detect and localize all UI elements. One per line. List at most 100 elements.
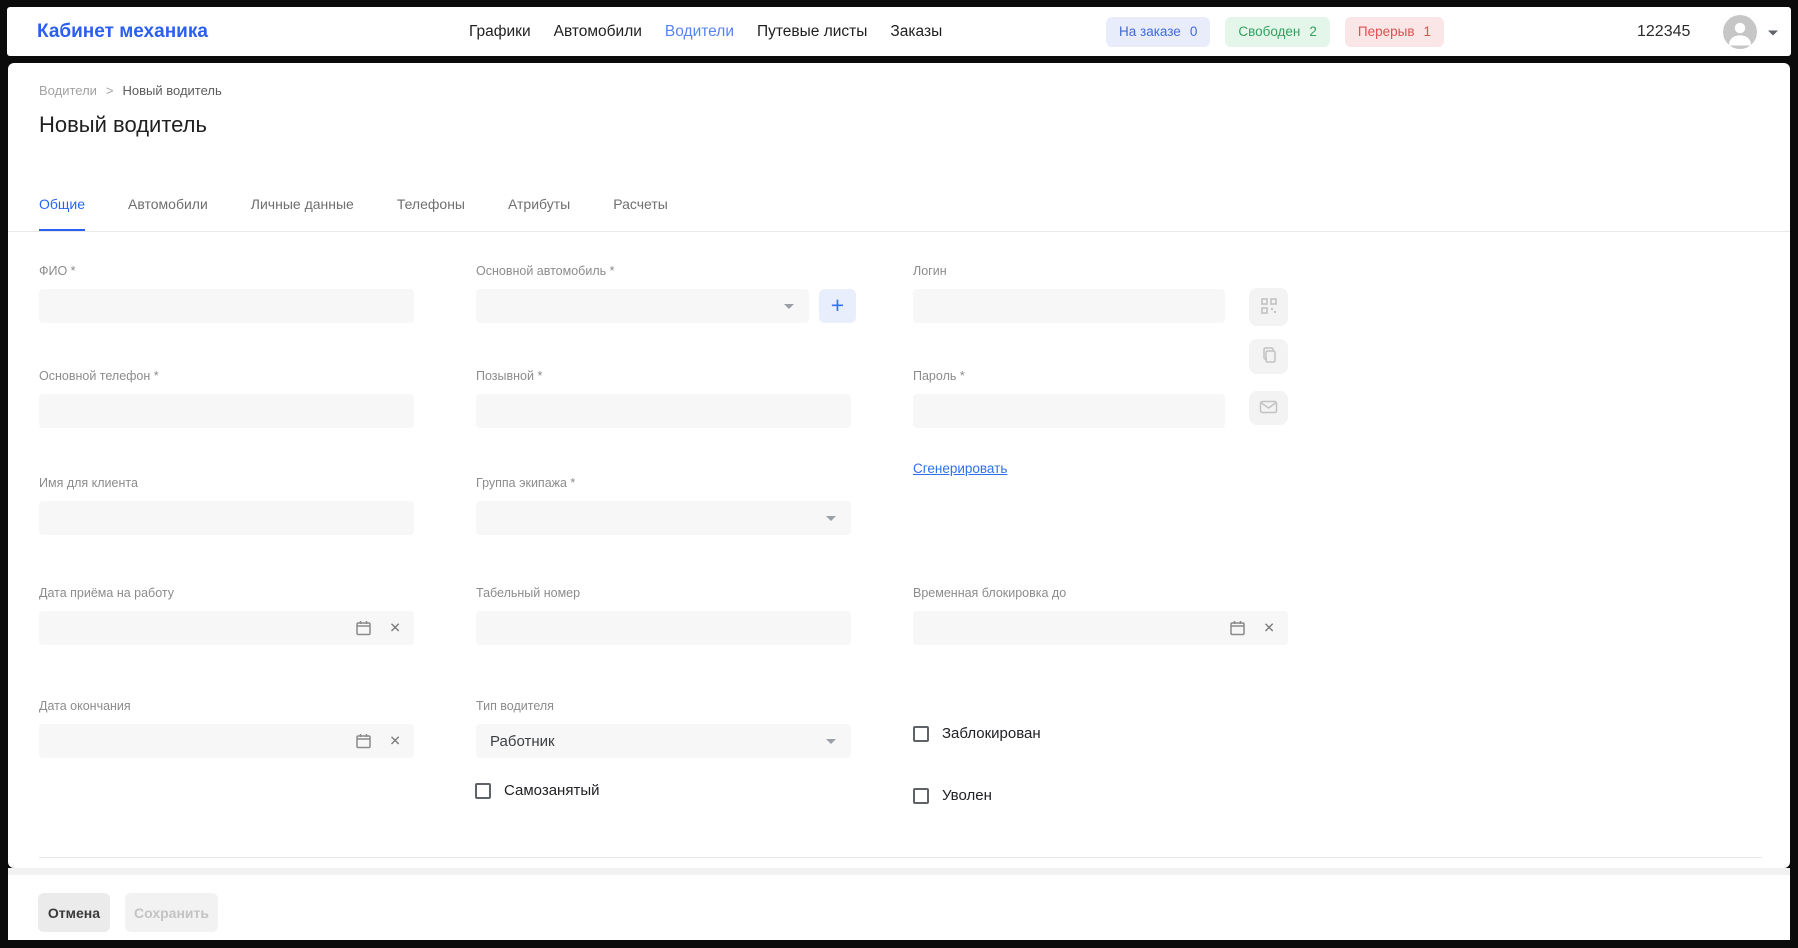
tabs-divider — [8, 231, 1790, 232]
client-name-input[interactable] — [39, 501, 414, 535]
main-phone-input[interactable] — [39, 394, 414, 428]
hire-date-label: Дата приёма на работу — [39, 586, 414, 600]
breadcrumb-separator: > — [106, 83, 114, 98]
qr-code-icon — [1260, 297, 1278, 318]
send-mail-button[interactable] — [1249, 391, 1288, 425]
field-password: Пароль * — [913, 369, 1225, 428]
cancel-button[interactable]: Отмена — [38, 893, 110, 932]
chevron-down-icon[interactable] — [1768, 30, 1778, 35]
client-name-label: Имя для клиента — [39, 476, 414, 490]
field-temp-block: Временная блокировка до ✕ — [913, 586, 1288, 645]
field-login: Логин — [913, 264, 1225, 323]
nav-item-graphics[interactable]: Графики — [469, 23, 531, 41]
bottom-divider — [39, 857, 1762, 858]
add-car-button[interactable]: + — [819, 289, 856, 323]
app-header: Кабинет механика Графики Автомобили Води… — [7, 7, 1791, 56]
nav-item-orders[interactable]: Заказы — [890, 23, 942, 41]
main-car-label: Основной автомобиль * — [476, 264, 856, 278]
app-title: Кабинет механика — [37, 21, 208, 43]
status-badges: На заказе 0 Свободен 2 Перерыв 1 — [1106, 7, 1444, 56]
field-end-date: Дата окончания ✕ — [39, 699, 414, 758]
avatar[interactable] — [1723, 15, 1757, 49]
calendar-icon[interactable] — [355, 620, 372, 637]
badge-break[interactable]: Перерыв 1 — [1345, 17, 1444, 47]
checkbox-icon — [475, 783, 491, 799]
tab-calculations[interactable]: Расчеты — [613, 196, 668, 231]
calendar-icon[interactable] — [1229, 620, 1246, 637]
badge-on-order-count: 0 — [1190, 24, 1198, 39]
login-label: Логин — [913, 264, 1225, 278]
crew-group-select[interactable] — [476, 501, 851, 535]
badge-on-order[interactable]: На заказе 0 — [1106, 17, 1210, 47]
personnel-number-input[interactable] — [476, 611, 851, 645]
fio-label: ФИО * — [39, 264, 414, 278]
user-id: 122345 — [1637, 23, 1690, 41]
main-nav: Графики Автомобили Водители Путевые лист… — [469, 7, 942, 56]
field-fio: ФИО * — [39, 264, 414, 323]
callsign-label: Позывной * — [476, 369, 851, 383]
footer-bar: Отмена Сохранить — [8, 875, 1790, 940]
checkbox-self-employed[interactable]: Самозанятый — [475, 782, 600, 799]
page-title: Новый водитель — [39, 112, 207, 138]
nav-item-waybills[interactable]: Путевые листы — [757, 23, 867, 41]
copy-icon — [1260, 346, 1278, 367]
nav-item-drivers[interactable]: Водители — [665, 23, 734, 41]
tab-general[interactable]: Общие — [39, 196, 85, 231]
badge-free-count: 2 — [1309, 24, 1317, 39]
calendar-icon[interactable] — [355, 733, 372, 750]
fio-input[interactable] — [39, 289, 414, 323]
field-driver-type: Тип водителя Работник — [476, 699, 851, 758]
field-client-name: Имя для клиента — [39, 476, 414, 535]
qr-code-button[interactable] — [1249, 288, 1288, 326]
tab-personal-data[interactable]: Личные данные — [251, 196, 354, 231]
personnel-number-label: Табельный номер — [476, 586, 851, 600]
chevron-down-icon — [826, 739, 836, 744]
field-hire-date: Дата приёма на работу ✕ — [39, 586, 414, 645]
generate-password-link[interactable]: Сгенерировать — [913, 461, 1007, 476]
callsign-input[interactable] — [476, 394, 851, 428]
chevron-down-icon — [784, 304, 794, 309]
crew-group-label: Группа экипажа * — [476, 476, 851, 490]
main-phone-label: Основной телефон * — [39, 369, 414, 383]
checkbox-icon — [913, 726, 929, 742]
badge-free-label: Свободен — [1238, 24, 1300, 39]
field-personnel-number: Табельный номер — [476, 586, 851, 645]
clear-icon[interactable]: ✕ — [1263, 621, 1275, 635]
checkbox-fired[interactable]: Уволен — [913, 787, 992, 804]
clear-icon[interactable]: ✕ — [389, 621, 401, 635]
tab-phones[interactable]: Телефоны — [397, 196, 465, 231]
tab-bar: Общие Автомобили Личные данные Телефоны … — [39, 196, 668, 231]
clear-icon[interactable]: ✕ — [389, 734, 401, 748]
tab-cars[interactable]: Автомобили — [128, 196, 208, 231]
password-label: Пароль * — [913, 369, 1225, 383]
tab-attributes[interactable]: Атрибуты — [508, 196, 570, 231]
field-main-phone: Основной телефон * — [39, 369, 414, 428]
temp-block-label: Временная блокировка до — [913, 586, 1288, 600]
driver-type-label: Тип водителя — [476, 699, 851, 713]
main-car-select[interactable] — [476, 289, 809, 323]
chevron-down-icon — [826, 516, 836, 521]
checkbox-self-employed-label: Самозанятый — [504, 782, 600, 799]
user-icon — [1723, 15, 1757, 49]
driver-type-select[interactable]: Работник — [476, 724, 851, 758]
plus-icon: + — [831, 294, 844, 317]
breadcrumb: Водители > Новый водитель — [39, 83, 222, 98]
field-crew-group: Группа экипажа * — [476, 476, 851, 535]
nav-item-cars[interactable]: Автомобили — [554, 23, 642, 41]
breadcrumb-current: Новый водитель — [123, 83, 222, 98]
field-callsign: Позывной * — [476, 369, 851, 428]
save-button[interactable]: Сохранить — [125, 893, 218, 932]
badge-break-label: Перерыв — [1358, 24, 1415, 39]
checkbox-fired-label: Уволен — [942, 787, 992, 804]
login-input[interactable] — [913, 289, 1225, 323]
breadcrumb-drivers-link[interactable]: Водители — [39, 83, 97, 98]
badge-break-count: 1 — [1424, 24, 1432, 39]
copy-button[interactable] — [1249, 339, 1288, 374]
end-date-label: Дата окончания — [39, 699, 414, 713]
mail-icon — [1259, 399, 1278, 418]
checkbox-blocked[interactable]: Заблокирован — [913, 725, 1041, 742]
badge-free[interactable]: Свободен 2 — [1225, 17, 1330, 47]
password-input[interactable] — [913, 394, 1225, 428]
checkbox-blocked-label: Заблокирован — [942, 725, 1041, 742]
badge-on-order-label: На заказе — [1119, 24, 1181, 39]
